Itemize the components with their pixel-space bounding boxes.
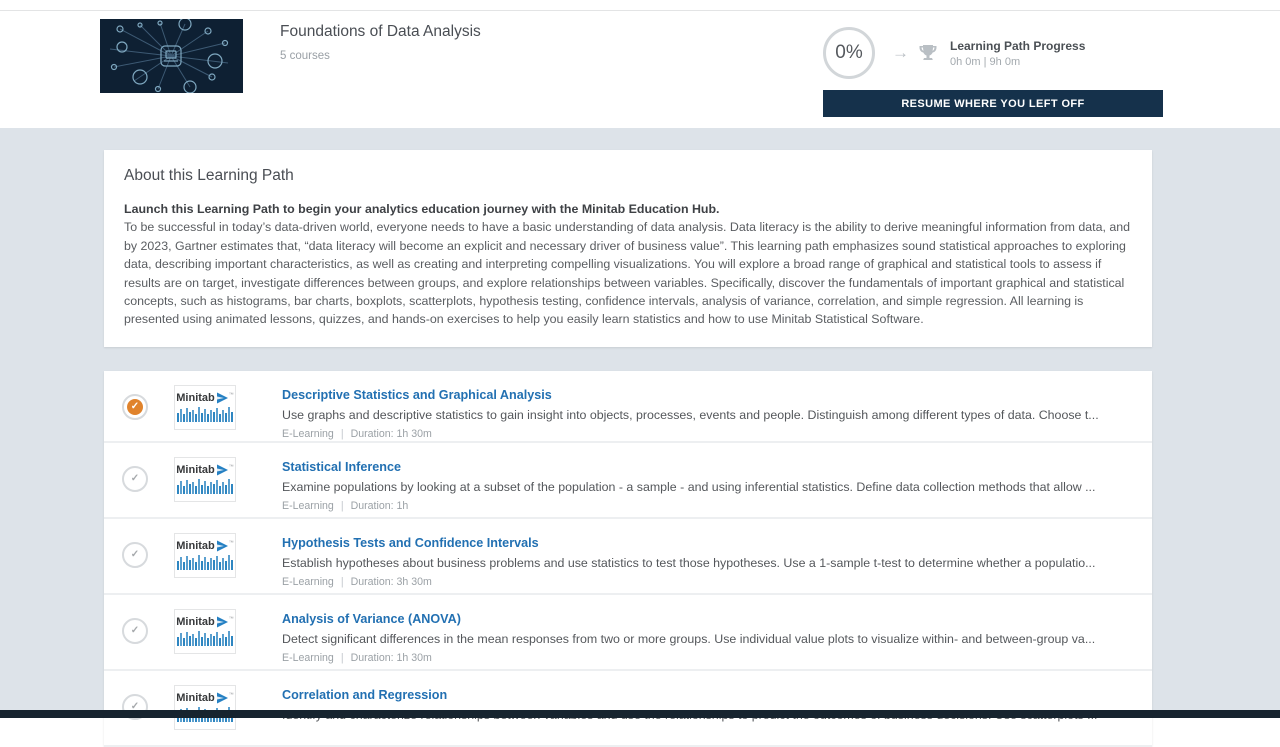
minitab-logo: Minitab ™ [174,385,236,430]
course-duration: Duration: 1h [351,500,409,512]
about-heading: About this Learning Path [124,167,1132,185]
course-title-link[interactable]: Descriptive Statistics and Graphical Ana… [282,388,552,402]
title-block: Foundations of Data Analysis 5 courses [280,18,481,128]
minitab-logo: Minitab ™ [174,457,236,502]
course-description: Detect significant differences in the me… [282,632,1095,646]
course-title-link[interactable]: Statistical Inference [282,460,401,474]
course-description: Establish hypotheses about business prob… [282,556,1095,570]
course-text: Hypothesis Tests and Confidence Interval… [282,532,1095,588]
page-content: About this Learning Path Launch this Lea… [0,128,1280,718]
progress-labels: Learning Path Progress 0h 0m | 9h 0m [950,39,1085,68]
course-list: ✓ Minitab ™ Descriptive Statistics and G… [104,371,1152,747]
minitab-logo-icon [217,692,229,704]
course-duration: Duration: 1h 30m [351,428,432,440]
minitab-logo-icon [217,616,229,628]
minitab-logo-text: Minitab [176,464,215,476]
course-row[interactable]: ✓ Minitab ™ Analysis of Variance (ANOVA)… [104,595,1152,671]
bar-chart-icon [177,554,233,570]
course-meta: E-Learning|Duration: 1h 30m [282,428,1099,440]
course-description: Use graphs and descriptive statistics to… [282,408,1099,422]
course-text: Correlation and Regression Identify and … [282,684,1097,728]
course-type: E-Learning [282,576,334,588]
progress-panel: 0% → Learning Path Progress 0h 0m | 9h 0… [823,27,1163,128]
course-status-icon: ✓ [122,394,148,420]
minitab-logo-icon [217,464,229,476]
minitab-logo-icon [217,392,229,404]
course-type: E-Learning [282,652,334,664]
progress-label: Learning Path Progress [950,39,1085,53]
course-status-icon: ✓ [122,466,148,492]
minitab-logo-text: Minitab [176,540,215,552]
minitab-logo-text: Minitab [176,616,215,628]
trademark-symbol: ™ [229,464,234,470]
course-row[interactable]: ✓ Minitab ™ Hypothesis Tests and Confide… [104,519,1152,595]
trademark-symbol: ™ [229,692,234,698]
course-count: 5 courses [280,50,481,62]
course-duration: Duration: 3h 30m [351,576,432,588]
course-title-link[interactable]: Hypothesis Tests and Confidence Interval… [282,536,539,550]
bar-chart-icon [177,406,233,422]
progress-circle: 0% [823,27,875,79]
minitab-logo-text: Minitab [176,692,215,704]
course-status-icon: ✓ [122,618,148,644]
meta-separator: | [334,428,351,440]
course-title-link[interactable]: Correlation and Regression [282,688,447,702]
trophy-icon [918,44,938,63]
check-icon: ✓ [127,623,143,639]
top-strip [0,0,1280,10]
bar-chart-icon [177,630,233,646]
course-text: Analysis of Variance (ANOVA) Detect sign… [282,608,1095,664]
trademark-symbol: ™ [229,540,234,546]
trademark-symbol: ™ [229,392,234,398]
progress-percent: 0% [835,42,862,64]
meta-separator: | [334,652,351,664]
meta-separator: | [334,576,351,588]
minitab-logo: Minitab ™ [174,533,236,578]
learning-path-header: Foundations of Data Analysis 5 courses 0… [0,10,1280,128]
about-card: About this Learning Path Launch this Lea… [104,150,1152,347]
bar-chart-icon [177,478,233,494]
course-meta: E-Learning|Duration: 1h 30m [282,652,1095,664]
minitab-logo-icon [217,540,229,552]
bottom-bar [0,710,1280,718]
course-status-icon: ✓ [122,542,148,568]
check-icon: ✓ [127,399,143,415]
course-row[interactable]: ✓ Minitab ™ Correlation and Regression I… [104,671,1152,747]
meta-separator: | [334,500,351,512]
resume-button[interactable]: RESUME WHERE YOU LEFT OFF [823,90,1163,117]
minitab-logo-text: Minitab [176,392,215,404]
course-row[interactable]: ✓ Minitab ™ Statistical Inference Examin… [104,443,1152,519]
trademark-symbol: ™ [229,616,234,622]
course-text: Descriptive Statistics and Graphical Ana… [282,384,1099,440]
minitab-logo: Minitab ™ [174,685,236,730]
about-body: To be successful in today’s data-driven … [124,218,1132,328]
page-title: Foundations of Data Analysis [280,23,481,41]
progress-row: 0% → Learning Path Progress 0h 0m | 9h 0… [823,27,1163,79]
check-icon: ✓ [127,547,143,563]
course-title-link[interactable]: Analysis of Variance (ANOVA) [282,612,461,626]
check-icon: ✓ [127,471,143,487]
minitab-logo: Minitab ™ [174,609,236,654]
course-type: E-Learning [282,500,334,512]
course-meta: E-Learning|Duration: 1h [282,500,1095,512]
learning-path-thumbnail [100,19,243,93]
course-row[interactable]: ✓ Minitab ™ Descriptive Statistics and G… [104,371,1152,443]
course-duration: Duration: 1h 30m [351,652,432,664]
progress-time: 0h 0m | 9h 0m [950,56,1085,68]
course-description: Examine populations by looking at a subs… [282,480,1095,494]
course-text: Statistical Inference Examine population… [282,456,1095,512]
course-meta: E-Learning|Duration: 3h 30m [282,576,1095,588]
course-type: E-Learning [282,428,334,440]
arrow-right-icon: → [892,43,909,63]
about-lead: Launch this Learning Path to begin your … [124,200,1132,218]
